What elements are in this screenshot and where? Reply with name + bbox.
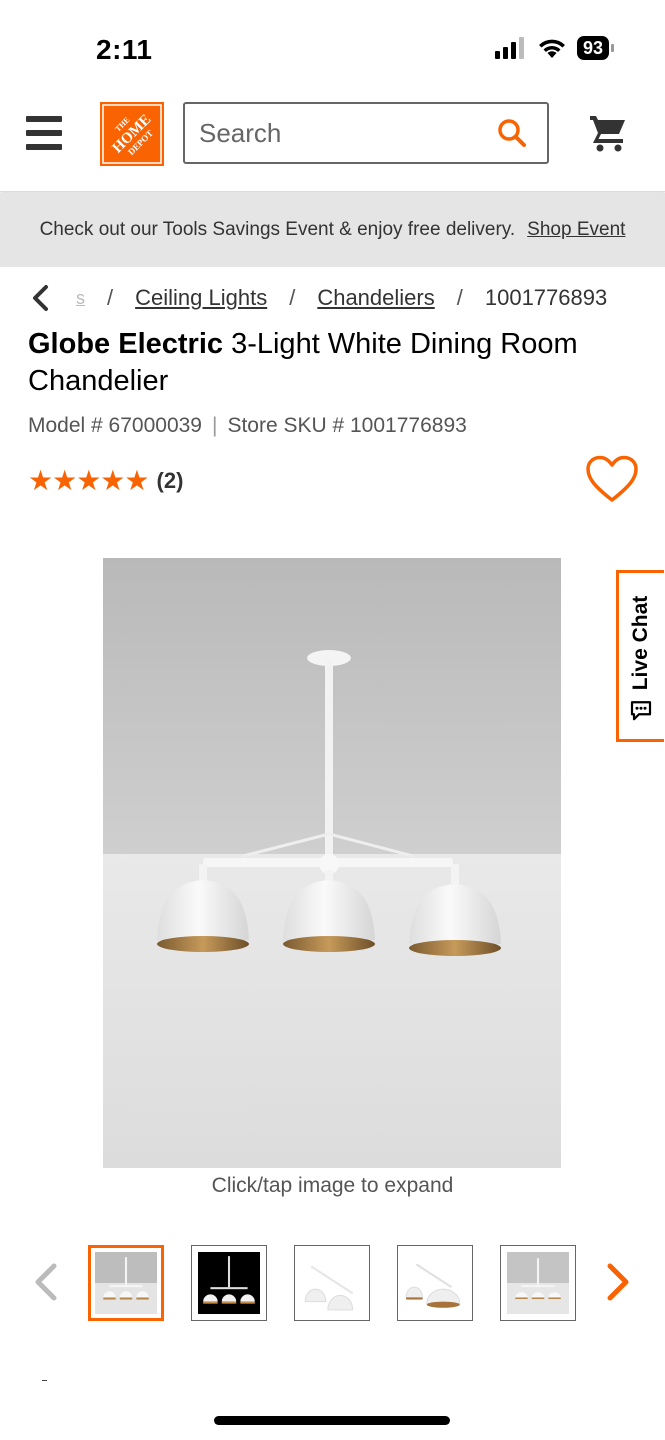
- live-chat-label: Live Chat: [629, 595, 652, 691]
- chat-icon: [630, 701, 652, 721]
- home-depot-logo[interactable]: THE HOME DEPOT: [100, 102, 164, 166]
- rating[interactable]: ★★★★★ (2): [28, 464, 183, 497]
- breadcrumb-separator: /: [289, 285, 296, 310]
- divider: [42, 1380, 47, 1381]
- review-count[interactable]: (2): [157, 468, 184, 494]
- chevron-left-icon[interactable]: [32, 1262, 60, 1302]
- breadcrumb-current: 1001776893: [484, 285, 608, 310]
- home-indicator[interactable]: [214, 1416, 450, 1425]
- search-input[interactable]: [185, 104, 485, 162]
- breadcrumb-truncated[interactable]: s: [76, 288, 85, 309]
- thumbnail-1[interactable]: [88, 1245, 164, 1321]
- search-icon[interactable]: [497, 118, 527, 148]
- thumbnail-2[interactable]: [191, 1245, 267, 1321]
- product-brand[interactable]: Globe Electric: [28, 328, 223, 360]
- rating-stars: ★★★★★: [28, 465, 150, 496]
- status-time: 2:11: [96, 34, 153, 65]
- wifi-icon: [538, 39, 565, 58]
- product-image[interactable]: [103, 558, 561, 1168]
- site-header: THE HOME DEPOT: [0, 92, 665, 192]
- promo-text: Check out our Tools Savings Event & enjo…: [39, 219, 516, 240]
- breadcrumb-ceiling-lights[interactable]: Ceiling Lights: [135, 285, 267, 311]
- menu-icon[interactable]: [26, 116, 62, 150]
- model-sku-line: Model # 67000039 | Store SKU # 1001776893: [28, 414, 467, 437]
- battery-indicator: 93: [576, 36, 615, 60]
- thumbnail-5[interactable]: [500, 1245, 576, 1321]
- breadcrumb-separator: /: [107, 285, 114, 310]
- status-icons: 93: [494, 36, 615, 60]
- thumbnail-4[interactable]: [397, 1245, 473, 1321]
- breadcrumb: s / Ceiling Lights / Chandeliers / 10017…: [30, 282, 650, 314]
- model-number: Model # 67000039: [28, 414, 202, 437]
- thumbnail-3[interactable]: [294, 1245, 370, 1321]
- live-chat-tab[interactable]: Live Chat: [616, 570, 664, 742]
- chevron-left-icon[interactable]: [30, 284, 52, 312]
- store-sku: Store SKU # 1001776893: [227, 414, 467, 437]
- cart-icon[interactable]: [588, 112, 628, 152]
- chevron-right-icon[interactable]: [604, 1262, 632, 1302]
- thumbnail-carousel: [0, 1242, 665, 1322]
- shop-event-link[interactable]: Shop Event: [527, 219, 625, 241]
- product-title: Globe Electric 3-Light White Dining Room…: [28, 326, 638, 400]
- heart-icon[interactable]: [584, 454, 640, 504]
- expand-caption: Click/tap image to expand: [211, 1174, 454, 1197]
- search-field[interactable]: [183, 102, 549, 164]
- promo-banner: Check out our Tools Savings Event & enjo…: [0, 193, 665, 267]
- breadcrumb-separator: /: [456, 285, 463, 310]
- status-bar: 2:11 93: [0, 0, 665, 92]
- signal-icon: [494, 37, 524, 59]
- breadcrumb-chandeliers[interactable]: Chandeliers: [317, 285, 434, 311]
